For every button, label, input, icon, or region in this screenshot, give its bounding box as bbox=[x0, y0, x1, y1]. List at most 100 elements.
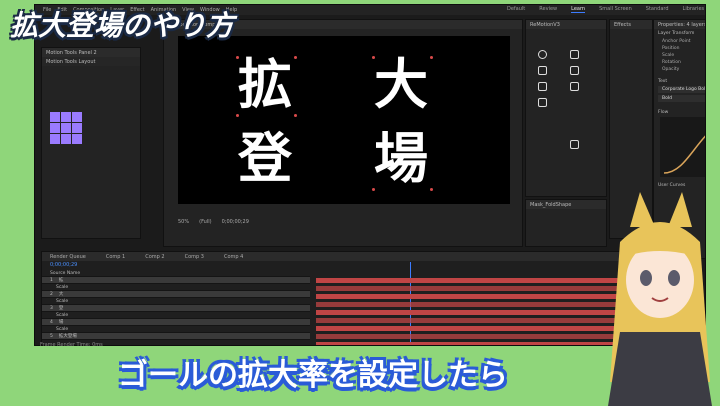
layer-name: 拡 bbox=[58, 278, 64, 283]
workspace-tab[interactable]: Learn bbox=[571, 6, 586, 13]
layer-name: 登 bbox=[58, 306, 64, 311]
property-row[interactable]: Scale bbox=[662, 52, 705, 59]
timeline-timecode[interactable]: 0;00;00;29 bbox=[50, 262, 77, 268]
layer-name: 場 bbox=[58, 320, 64, 325]
triangle-button[interactable] bbox=[538, 82, 547, 91]
workspace-tab[interactable]: Standard bbox=[646, 6, 669, 13]
panel-title: ReMotionV3 bbox=[526, 20, 606, 29]
motion-grid[interactable] bbox=[50, 112, 82, 144]
layer-bar[interactable] bbox=[316, 278, 640, 283]
handle-dot[interactable] bbox=[430, 56, 433, 59]
panel-title: Mask_FoldShape bbox=[526, 200, 606, 209]
layer-bar[interactable] bbox=[316, 342, 640, 345]
layer-row[interactable]: 4場 bbox=[42, 319, 310, 326]
properties-list: Anchor Point Position Scale Rotation Opacity bbox=[654, 38, 705, 73]
panel-title: Effects bbox=[610, 20, 652, 29]
layer-row[interactable]: Scale bbox=[42, 326, 310, 333]
timeline-tab[interactable]: Render Queue bbox=[50, 254, 86, 260]
layer-row[interactable]: Scale bbox=[42, 298, 310, 305]
handle-dot[interactable] bbox=[430, 188, 433, 191]
subtitle-caption: ゴールの拡大率を設定したら bbox=[118, 358, 508, 393]
remotion-panel: ReMotionV3 bbox=[525, 19, 607, 197]
canvas-char-4[interactable]: 場 bbox=[374, 132, 428, 186]
status-text: Frame Render Time: 0ms bbox=[40, 342, 103, 348]
layer-bar[interactable] bbox=[316, 310, 640, 315]
handle-dot[interactable] bbox=[372, 56, 375, 59]
timeline-tracks bbox=[312, 262, 644, 345]
layer-bar[interactable] bbox=[316, 302, 640, 307]
bracket-button[interactable] bbox=[570, 50, 579, 59]
panel-title: Properties: 4 layers selected bbox=[654, 20, 705, 29]
workspace-tabs: Default Review Learn Small Screen Standard Li… bbox=[507, 6, 704, 13]
workspace-tab[interactable]: Review bbox=[539, 6, 557, 13]
layer-row[interactable]: 5 拡大登場 bbox=[42, 333, 310, 340]
layer-number: 5 bbox=[50, 333, 53, 339]
layer-name: Scale bbox=[56, 326, 69, 332]
flow-label: Flow bbox=[658, 110, 669, 115]
workspace-tab[interactable]: Small Screen bbox=[599, 6, 632, 13]
canvas-char-3[interactable]: 登 bbox=[238, 132, 292, 186]
layer-bar[interactable] bbox=[316, 294, 640, 299]
font-style-select[interactable]: Bold bbox=[658, 95, 705, 102]
property-row[interactable]: Position bbox=[662, 45, 705, 52]
layer-number: 3 bbox=[50, 305, 53, 311]
layer-header: Source Name bbox=[42, 270, 310, 277]
workspace-tab[interactable]: Default bbox=[507, 6, 525, 13]
layer-name: Scale bbox=[56, 298, 69, 304]
timeline-tab[interactable]: Comp 1 bbox=[106, 254, 125, 260]
property-row[interactable]: Anchor Point bbox=[662, 38, 705, 45]
handle-dot[interactable] bbox=[294, 114, 297, 117]
layer-bar[interactable] bbox=[316, 334, 640, 339]
layer-transform-label: Layer Transform bbox=[658, 31, 695, 36]
zoom-select[interactable]: 50% bbox=[178, 219, 189, 225]
motion-tools-panel: Motion Tools Panel 2 Motion Tools Layout bbox=[41, 47, 141, 239]
handle-dot[interactable] bbox=[294, 56, 297, 59]
property-row[interactable]: Opacity bbox=[662, 66, 705, 73]
rect-button[interactable] bbox=[538, 98, 547, 107]
layer-name: Scale bbox=[56, 312, 69, 318]
flow-curve[interactable] bbox=[660, 117, 705, 177]
bracket-button[interactable] bbox=[570, 82, 579, 91]
layer-row[interactable]: 2大 bbox=[42, 291, 310, 298]
layer-row[interactable]: 1拡 bbox=[42, 277, 310, 284]
timeline-tab[interactable]: Comp 3 bbox=[185, 254, 204, 260]
mascot-character bbox=[608, 192, 712, 406]
workspace-tab[interactable]: Libraries bbox=[683, 6, 705, 13]
handle-dot[interactable] bbox=[372, 188, 375, 191]
timeline-panel: Render Queue Comp 1 Comp 2 Comp 3 Comp 4 0;0… bbox=[41, 251, 645, 345]
resolution-select[interactable]: (Full) bbox=[199, 219, 211, 225]
layer-bar[interactable] bbox=[316, 286, 640, 291]
layer-row[interactable]: Scale bbox=[42, 312, 310, 319]
layer-row[interactable]: 3登 bbox=[42, 305, 310, 312]
viewer-timecode[interactable]: 0;00;00;29 bbox=[222, 219, 249, 225]
layer-bar[interactable] bbox=[316, 318, 640, 323]
panel-subtitle: Motion Tools Layout bbox=[42, 57, 140, 66]
canvas-char-1[interactable]: 拡 bbox=[238, 58, 292, 112]
viewer-controls: 50% (Full) 0;00;00;29 bbox=[164, 216, 524, 228]
layer-row[interactable]: Scale bbox=[42, 284, 310, 291]
bracket-button[interactable] bbox=[570, 66, 579, 75]
handle-dot[interactable] bbox=[236, 56, 239, 59]
handle-dot[interactable] bbox=[236, 114, 239, 117]
composition-canvas[interactable]: 拡 大 登 場 bbox=[178, 36, 510, 204]
fold-panel: Mask_FoldShape bbox=[525, 199, 607, 247]
layer-bar[interactable] bbox=[316, 326, 640, 331]
property-row[interactable]: Rotation bbox=[662, 59, 705, 66]
square-button[interactable] bbox=[538, 66, 547, 75]
layer-number: 1 bbox=[50, 277, 53, 283]
layer-name: 拡大登場 bbox=[58, 334, 77, 339]
title-banner: 拡大登場のやり方 bbox=[10, 9, 235, 42]
text-section-label: Text bbox=[658, 79, 668, 84]
text-button[interactable] bbox=[570, 140, 579, 149]
timeline-tabs: Render Queue Comp 1 Comp 2 Comp 3 Comp 4 bbox=[42, 252, 644, 261]
layer-number: 2 bbox=[50, 291, 53, 297]
layer-name: 大 bbox=[58, 292, 64, 297]
composition-viewer: Composition Comp 4 拡 大 登 場 50% (Full) 0;… bbox=[163, 19, 523, 247]
font-select[interactable]: Corporate Logo Bold bbox=[658, 86, 705, 93]
layer-list: Source Name 1 拡 Scale 2 大 Scale 3 登 Scale 4 場 Scale 5… bbox=[42, 270, 310, 345]
timeline-tab[interactable]: Comp 2 bbox=[145, 254, 164, 260]
timeline-tab[interactable]: Comp 4 bbox=[224, 254, 243, 260]
canvas-char-2[interactable]: 大 bbox=[374, 58, 428, 112]
layer-name: Scale bbox=[56, 284, 69, 290]
circle-button[interactable] bbox=[538, 50, 547, 59]
